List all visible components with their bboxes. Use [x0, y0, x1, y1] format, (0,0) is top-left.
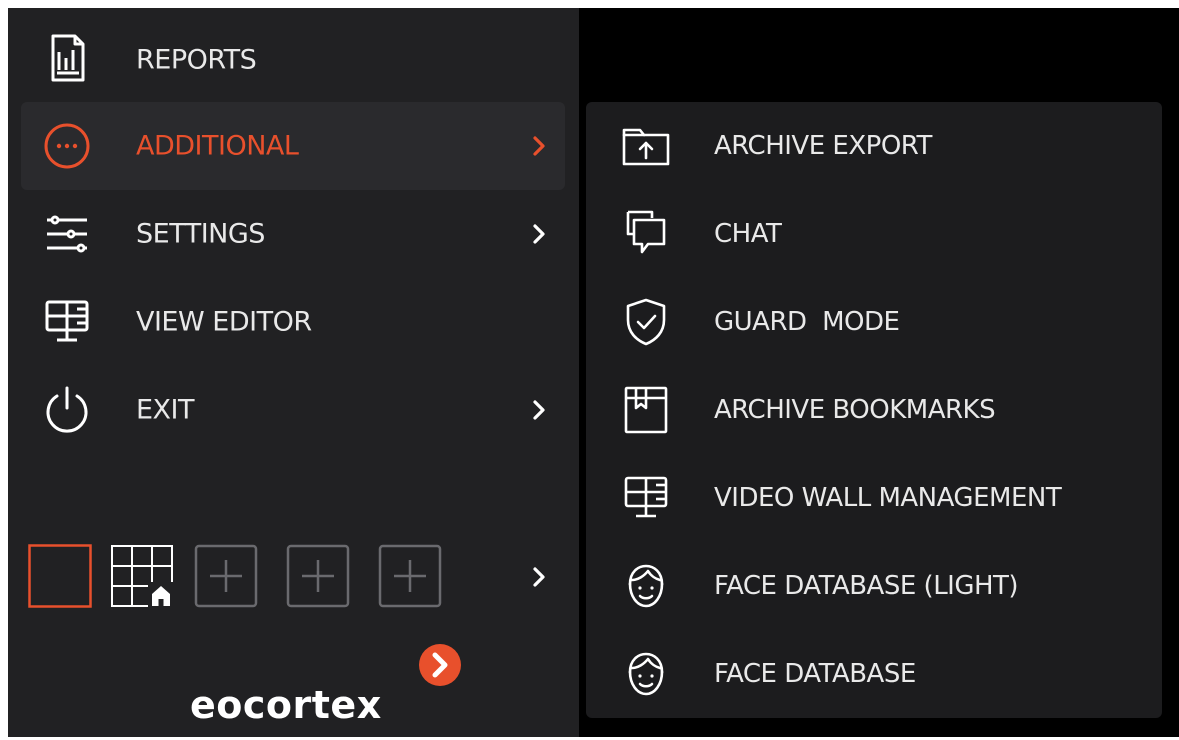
layouts-row [28, 544, 548, 610]
face-icon [618, 558, 674, 614]
submenu-item-face-database-light[interactable]: FACE DATABASE (LIGHT) [586, 542, 1162, 630]
menu-item-label: SETTINGS [136, 218, 265, 250]
chevron-right-icon [529, 396, 551, 424]
submenu-item-label: FACE DATABASE (LIGHT) [714, 571, 1019, 601]
submenu-item-guard-mode[interactable]: GUARD MODE [586, 278, 1162, 366]
chevron-right-icon[interactable] [529, 563, 551, 591]
menu-item-view-editor[interactable]: VIEW EDITOR [21, 278, 565, 366]
menu-item-exit[interactable]: EXIT [21, 366, 565, 454]
chevron-right-icon [529, 132, 551, 160]
menu-item-label: REPORTS [136, 44, 257, 76]
submenu-item-label: GUARD MODE [714, 307, 900, 337]
submenu-item-label: VIDEO WALL MANAGEMENT [714, 483, 1062, 513]
menu-item-label: VIEW EDITOR [136, 306, 312, 338]
submenu-item-archive-bookmarks[interactable]: ARCHIVE BOOKMARKS [586, 366, 1162, 454]
submenu-item-label: CHAT [714, 219, 782, 249]
monitor-grid-icon [35, 290, 99, 354]
add-layout-button[interactable] [286, 544, 350, 608]
eocortex-logo: eocortex [190, 640, 490, 730]
add-layout-button[interactable] [194, 544, 258, 608]
submenu-item-chat[interactable]: CHAT [586, 190, 1162, 278]
shield-check-icon [618, 294, 674, 350]
submenu-item-video-wall-management[interactable]: VIDEO WALL MANAGEMENT [586, 454, 1162, 542]
menu-item-reports[interactable]: REPORTS [21, 16, 565, 104]
face-icon [618, 646, 674, 702]
logo-arrow-icon [418, 643, 462, 687]
add-layout-button[interactable] [378, 544, 442, 608]
submenu-item-label: FACE DATABASE [714, 659, 916, 689]
menu-item-label: ADDITIONAL [136, 130, 299, 162]
submenu-item-archive-export[interactable]: ARCHIVE EXPORT [586, 102, 1162, 190]
layout-grid-home-tile[interactable] [110, 544, 174, 608]
menu-item-additional[interactable]: ADDITIONAL [21, 102, 565, 190]
screen: REPORTS ADDITIONAL SETTINGS VIEW EDITOR … [0, 0, 1179, 740]
monitor-grid-icon [618, 470, 674, 526]
layout-single-tile[interactable] [28, 544, 92, 608]
folder-upload-icon [618, 118, 674, 174]
menu-item-settings[interactable]: SETTINGS [21, 190, 565, 278]
submenu-item-face-database[interactable]: FACE DATABASE [586, 630, 1162, 718]
menu-item-label: EXIT [136, 394, 195, 426]
additional-submenu: ARCHIVE EXPORT CHAT GUARD MODE ARCHIVE B… [586, 102, 1162, 718]
submenu-item-label: ARCHIVE EXPORT [714, 131, 932, 161]
logo-text: eocortex [190, 683, 382, 727]
chevron-right-icon [529, 220, 551, 248]
sliders-icon [35, 202, 99, 266]
bookmark-icon [618, 382, 674, 438]
submenu-item-label: ARCHIVE BOOKMARKS [714, 395, 996, 425]
reports-icon [35, 28, 99, 92]
power-icon [35, 378, 99, 442]
more-icon [35, 114, 99, 178]
chat-icon [618, 206, 674, 262]
